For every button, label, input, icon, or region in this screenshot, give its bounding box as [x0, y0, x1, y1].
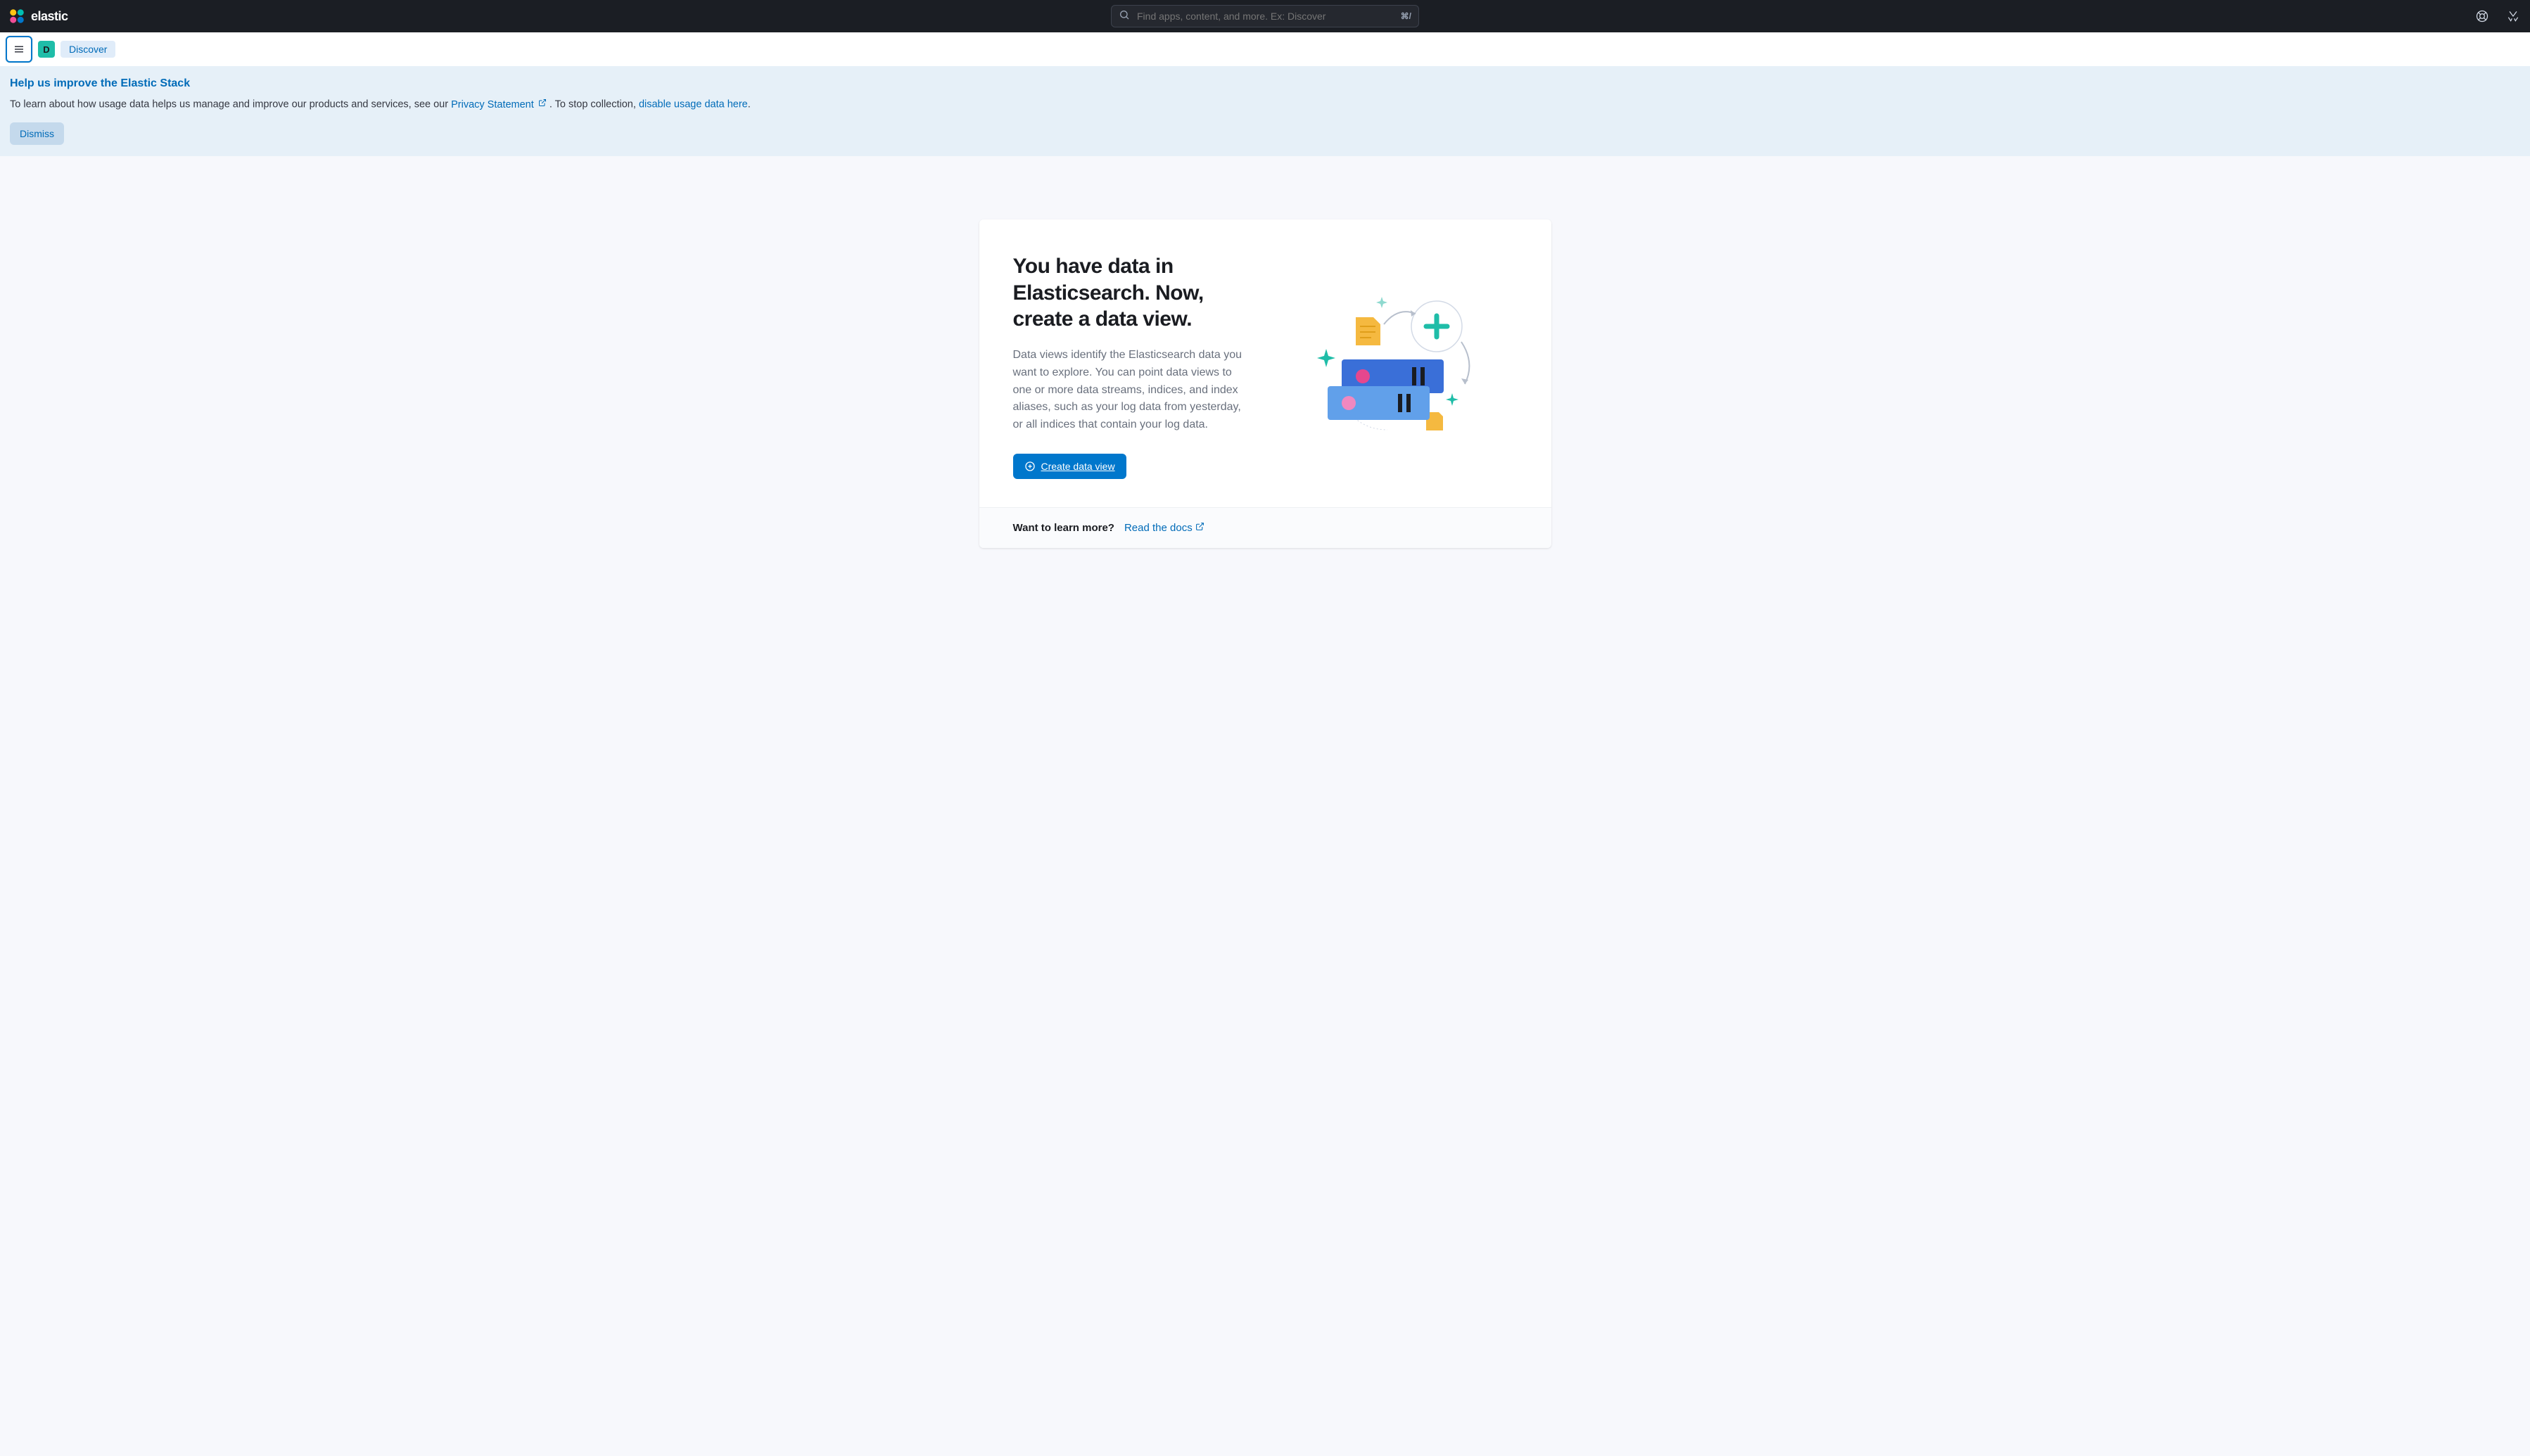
breadcrumb-current[interactable]: Discover [61, 41, 115, 58]
callout-text-before: To learn about how usage data helps us m… [10, 99, 451, 110]
card-text-column: You have data in Elasticsearch. Now, cre… [1013, 253, 1252, 478]
privacy-statement-link[interactable]: Privacy Statement [451, 99, 549, 110]
callout-text-mid: . To stop collection, [549, 99, 639, 110]
sub-header: D Discover [0, 32, 2530, 66]
elastic-logo-icon [8, 8, 25, 25]
card-title: You have data in Elasticsearch. Now, cre… [1013, 253, 1252, 333]
nav-toggle-button[interactable] [6, 36, 32, 63]
external-link-icon [538, 97, 547, 113]
top-header: elastic ⌘/ [0, 0, 2530, 32]
brand-name: elastic [31, 9, 68, 24]
newsfeed-button[interactable] [2505, 8, 2522, 25]
search-input[interactable] [1137, 11, 1394, 22]
space-selector[interactable]: D [38, 41, 55, 58]
header-actions [2474, 8, 2522, 25]
search-icon [1119, 9, 1130, 24]
main-content: You have data in Elasticsearch. Now, cre… [0, 156, 2530, 611]
empty-state-card: You have data in Elasticsearch. Now, cre… [979, 219, 1551, 547]
callout-text: To learn about how usage data helps us m… [10, 97, 2520, 113]
card-footer: Want to learn more? Read the docs [979, 507, 1551, 548]
global-search[interactable]: ⌘/ [1111, 5, 1419, 27]
callout-title: Help us improve the Elastic Stack [10, 77, 2520, 90]
create-button-label: Create data view [1041, 461, 1115, 472]
footer-link-label: Read the docs [1124, 522, 1193, 534]
usage-data-callout: Help us improve the Elastic Stack To lea… [0, 66, 2530, 156]
external-link-icon [1195, 522, 1204, 534]
illustration [1279, 253, 1518, 478]
dismiss-button[interactable]: Dismiss [10, 122, 64, 145]
help-button[interactable] [2474, 8, 2491, 25]
brand-logo[interactable]: elastic [8, 8, 68, 25]
create-data-view-button[interactable]: Create data view [1013, 454, 1126, 479]
read-docs-link[interactable]: Read the docs [1124, 522, 1204, 534]
callout-text-after: . [748, 99, 751, 110]
disable-usage-link[interactable]: disable usage data here [639, 99, 748, 110]
footer-label: Want to learn more? [1013, 522, 1114, 534]
card-description: Data views identify the Elasticsearch da… [1013, 347, 1252, 434]
privacy-link-label: Privacy Statement [451, 99, 534, 110]
card-body: You have data in Elasticsearch. Now, cre… [979, 219, 1551, 506]
plus-circle-icon [1024, 461, 1036, 472]
search-shortcut-hint: ⌘/ [1401, 11, 1411, 21]
